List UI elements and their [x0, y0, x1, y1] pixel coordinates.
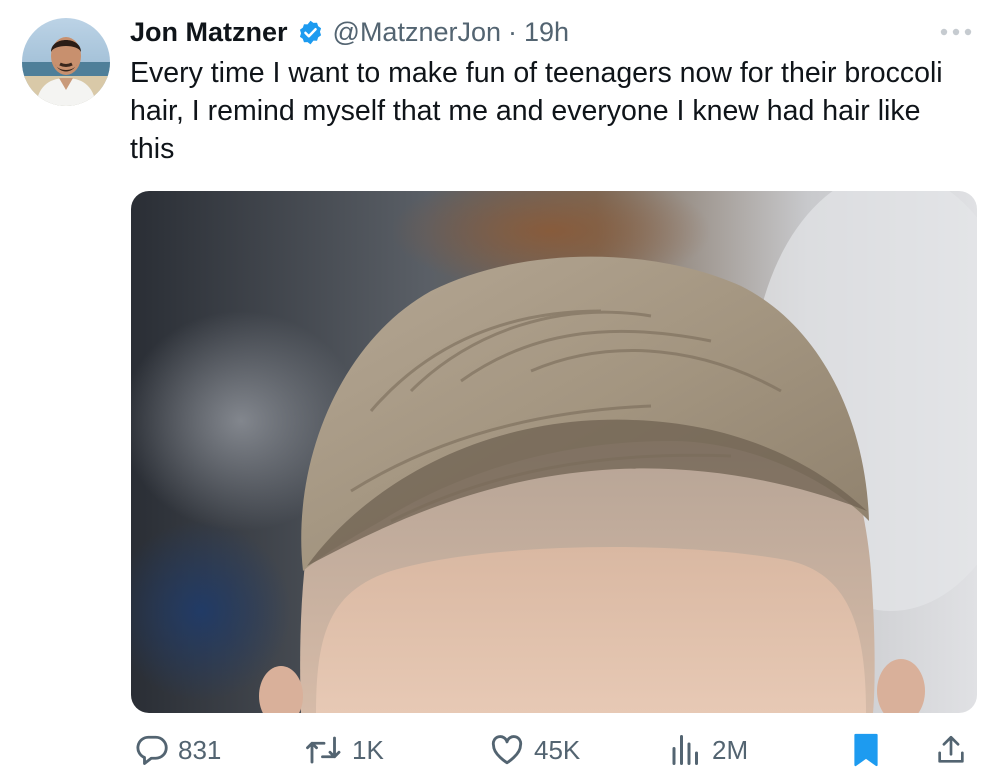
more-options-button[interactable]	[938, 22, 974, 42]
tweet-text: Every time I want to make fun of teenage…	[130, 57, 943, 165]
views-chart-icon	[672, 735, 698, 765]
author-name[interactable]: Jon Matzner	[130, 17, 288, 48]
retweet-count: 1K	[352, 734, 384, 765]
avatar-photo-icon	[22, 18, 110, 106]
verified-badge-icon	[297, 19, 324, 46]
retweet-button[interactable]: 1K	[304, 728, 384, 772]
avatar[interactable]	[22, 18, 110, 106]
reply-count: 831	[178, 734, 222, 765]
share-button[interactable]	[934, 728, 968, 772]
action-bar: 831 1K 45K 2M	[0, 728, 1000, 772]
share-upload-icon	[938, 735, 964, 763]
heart-icon	[491, 735, 523, 765]
views-button[interactable]: 2M	[668, 728, 748, 772]
tweet-media[interactable]	[131, 191, 977, 713]
like-button[interactable]: 45K	[488, 728, 580, 772]
tweet: Jon Matzner @MatznerJon · 19h Every time…	[0, 0, 1000, 774]
author-handle[interactable]: @MatznerJon	[333, 17, 501, 48]
bookmark-button[interactable]	[850, 728, 882, 772]
tweet-header: Jon Matzner @MatznerJon · 19h	[130, 14, 569, 50]
reply-button[interactable]: 831	[134, 728, 221, 772]
more-dots-icon	[940, 28, 972, 36]
like-count: 45K	[534, 734, 581, 765]
views-count: 2M	[712, 734, 749, 765]
reply-bubble-icon	[136, 735, 168, 765]
tweet-time[interactable]: 19h	[524, 17, 569, 48]
separator-dot: ·	[508, 16, 518, 47]
haircut-photo-icon	[131, 191, 977, 713]
retweet-icon	[306, 736, 341, 764]
bookmark-icon	[854, 733, 878, 767]
